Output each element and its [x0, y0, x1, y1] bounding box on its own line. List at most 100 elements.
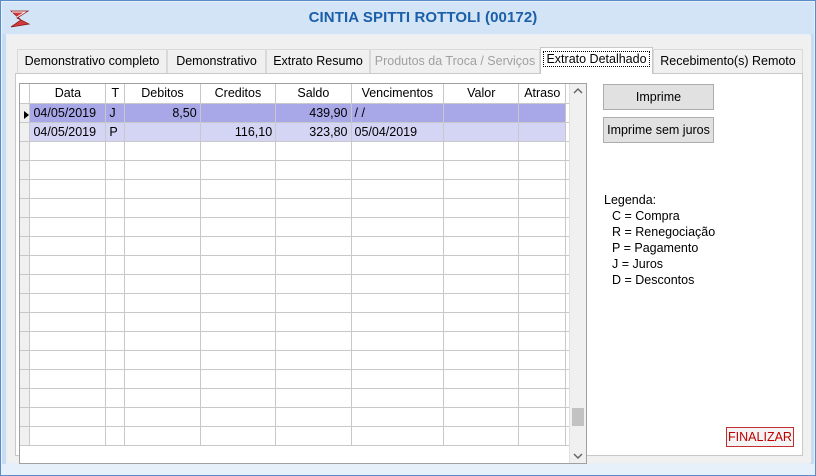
- empty-cell: [124, 236, 201, 256]
- empty-cell: [124, 141, 201, 161]
- empty-cell: [124, 217, 201, 237]
- empty-cell: [518, 293, 567, 313]
- cell-valor[interactable]: [443, 103, 520, 123]
- empty-cell: [124, 312, 201, 332]
- column-header-debitos[interactable]: Debitos: [124, 84, 201, 104]
- cell-t[interactable]: P: [105, 122, 126, 142]
- empty-cell: [351, 255, 445, 275]
- empty-cell: [105, 331, 126, 351]
- empty-cell: [518, 255, 567, 275]
- empty-cell: [124, 255, 201, 275]
- empty-cell: [29, 426, 107, 446]
- extrato-grid[interactable]: Data T Debitos Creditos Saldo Vencimento…: [19, 83, 587, 464]
- empty-cell: [351, 331, 445, 351]
- empty-cell: [443, 198, 520, 218]
- empty-cell: [275, 388, 352, 408]
- column-header-valor[interactable]: Valor: [443, 84, 520, 104]
- empty-cell: [105, 141, 126, 161]
- empty-cell: [275, 274, 352, 294]
- empty-cell: [124, 407, 201, 427]
- empty-cell: [200, 141, 277, 161]
- tab-demonstrativo-completo[interactable]: Demonstrativo completo: [17, 49, 167, 74]
- empty-cell: [518, 217, 567, 237]
- legend: Legenda: C = Compra R = Renegociação P =…: [604, 192, 715, 288]
- finalizar-button[interactable]: FINALIZAR: [726, 427, 794, 447]
- empty-cell: [275, 350, 352, 370]
- cell-debitos[interactable]: [124, 122, 201, 142]
- cell-saldo[interactable]: 439,90: [275, 103, 352, 123]
- empty-cell: [105, 160, 126, 180]
- empty-cell: [20, 217, 31, 237]
- cell-t[interactable]: J: [105, 103, 126, 123]
- cell-saldo[interactable]: 323,80: [275, 122, 352, 142]
- cell-data[interactable]: 04/05/2019: [29, 103, 107, 123]
- column-header-saldo[interactable]: Saldo: [275, 84, 352, 104]
- empty-cell: [275, 198, 352, 218]
- empty-cell: [29, 198, 107, 218]
- tab-recebimentos-remoto[interactable]: Recebimento(s) Remoto: [653, 49, 803, 74]
- empty-cell: [200, 388, 277, 408]
- empty-row: [20, 312, 586, 332]
- cell-atraso[interactable]: [518, 122, 567, 142]
- column-header-creditos[interactable]: Creditos: [200, 84, 277, 104]
- cell-vencimentos[interactable]: / /: [351, 103, 445, 123]
- empty-cell: [29, 312, 107, 332]
- scroll-down-arrow-icon[interactable]: [573, 451, 583, 461]
- empty-cell: [105, 369, 126, 389]
- column-header-vencimentos[interactable]: Vencimentos: [351, 84, 445, 104]
- empty-cell: [29, 236, 107, 256]
- empty-cell: [20, 407, 31, 427]
- empty-cell: [105, 350, 126, 370]
- empty-cell: [275, 312, 352, 332]
- column-header-t[interactable]: T: [105, 84, 126, 104]
- empty-cell: [200, 350, 277, 370]
- empty-cell: [124, 179, 201, 199]
- imprime-button[interactable]: Imprime: [603, 84, 714, 110]
- empty-cell: [275, 255, 352, 275]
- empty-cell: [200, 331, 277, 351]
- empty-cell: [29, 369, 107, 389]
- empty-row: [20, 426, 586, 446]
- empty-cell: [105, 217, 126, 237]
- column-header-data[interactable]: Data: [29, 84, 107, 104]
- imprime-sem-juros-button[interactable]: Imprime sem juros: [603, 117, 714, 143]
- empty-cell: [518, 274, 567, 294]
- table-row[interactable]: 04/05/2019 P 116,10 323,80 05/04/2019: [20, 122, 586, 142]
- cell-debitos[interactable]: 8,50: [124, 103, 201, 123]
- legend-item: C = Compra: [612, 209, 680, 223]
- empty-cell: [20, 274, 31, 294]
- empty-cell: [20, 388, 31, 408]
- tab-demonstrativo[interactable]: Demonstrativo: [167, 49, 266, 74]
- empty-cell: [20, 255, 31, 275]
- empty-cell: [29, 160, 107, 180]
- empty-cell: [29, 350, 107, 370]
- empty-cell: [351, 274, 445, 294]
- empty-cell: [200, 274, 277, 294]
- empty-row: [20, 407, 586, 427]
- empty-cell: [443, 426, 520, 446]
- empty-cell: [20, 293, 31, 313]
- cell-creditos[interactable]: [200, 103, 277, 123]
- empty-cell: [200, 217, 277, 237]
- table-row[interactable]: 04/05/2019 J 8,50 439,90 / /: [20, 103, 586, 123]
- empty-row: [20, 369, 586, 389]
- cell-valor[interactable]: [443, 122, 520, 142]
- empty-row: [20, 350, 586, 370]
- scroll-up-arrow-icon[interactable]: [573, 86, 583, 96]
- cell-creditos[interactable]: 116,10: [200, 122, 277, 142]
- empty-cell: [275, 407, 352, 427]
- cell-atraso[interactable]: [518, 103, 567, 123]
- empty-cell: [518, 179, 567, 199]
- grid-vertical-scrollbar[interactable]: [569, 84, 586, 463]
- cell-vencimentos[interactable]: 05/04/2019: [351, 122, 445, 142]
- empty-cell: [443, 331, 520, 351]
- window-title: CINTIA SPITTI ROTTOLI (00172): [308, 9, 538, 26]
- tab-extrato-detalhado[interactable]: Extrato Detalhado: [540, 47, 653, 74]
- scrollbar-thumb[interactable]: [572, 408, 584, 426]
- empty-cell: [351, 407, 445, 427]
- cell-data[interactable]: 04/05/2019: [29, 122, 107, 142]
- empty-cell: [29, 141, 107, 161]
- tab-extrato-resumo[interactable]: Extrato Resumo: [266, 49, 370, 74]
- column-header-atraso[interactable]: Atraso: [518, 84, 567, 104]
- title-bar: CINTIA SPITTI ROTTOLI (00172): [2, 2, 814, 34]
